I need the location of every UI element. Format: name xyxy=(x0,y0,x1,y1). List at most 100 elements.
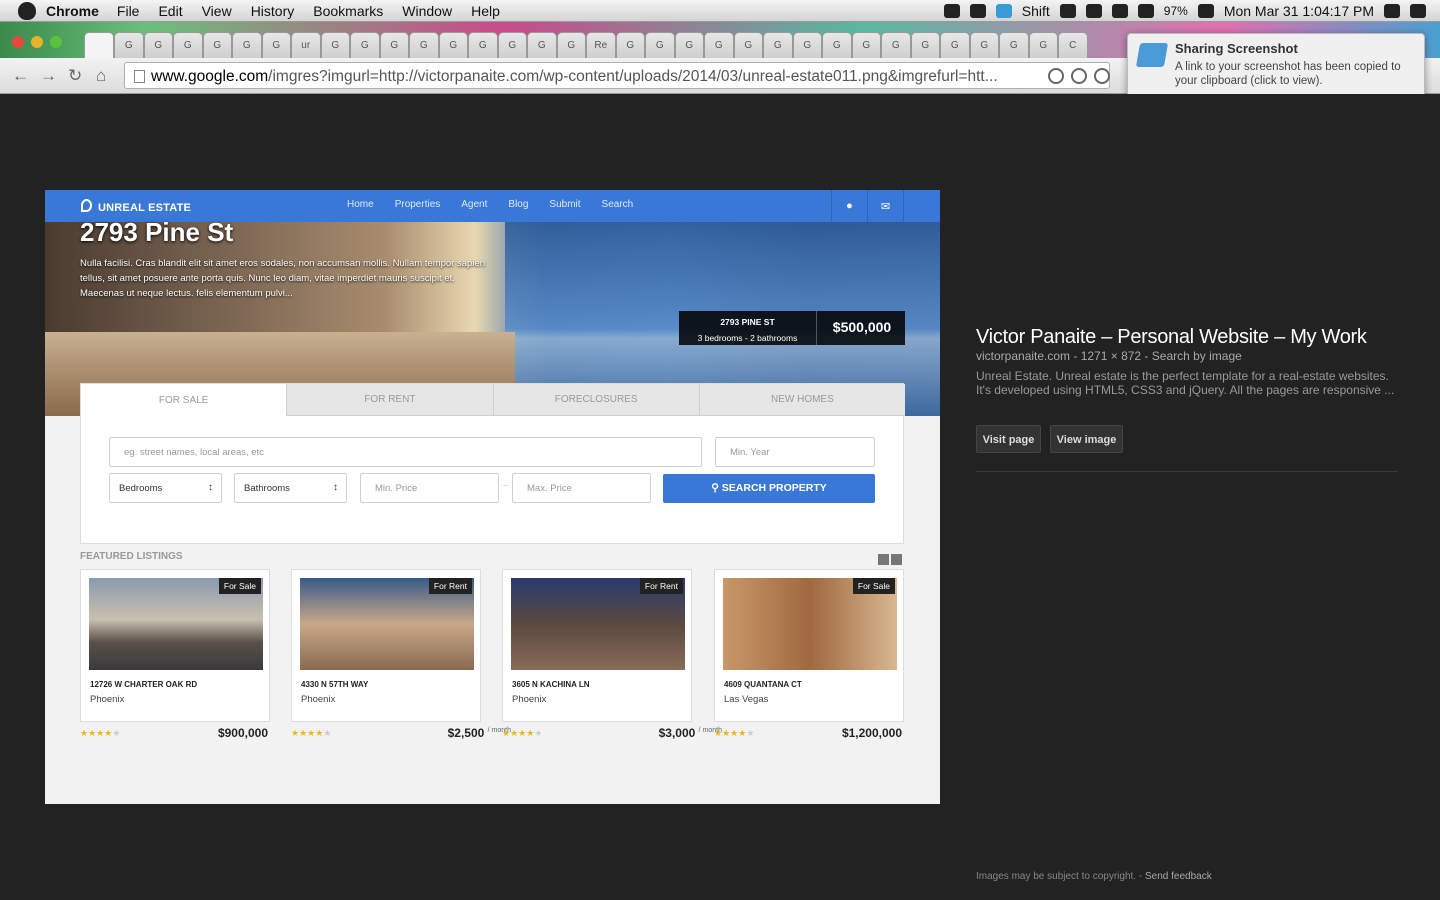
tab-for-rent: FOR RENT xyxy=(286,384,493,416)
close-window-button[interactable] xyxy=(12,36,24,48)
preview-image[interactable]: UNREAL ESTATE Home Properties Agent Blog… xyxy=(45,190,940,804)
back-icon[interactable]: ← xyxy=(12,66,29,86)
browser-tab[interactable]: G xyxy=(704,32,734,58)
notification-center-icon[interactable] xyxy=(1410,4,1426,18)
tab-active[interactable] xyxy=(84,32,114,58)
search-by-image-icon[interactable] xyxy=(1048,68,1064,84)
browser-tab[interactable]: G xyxy=(409,32,439,58)
browser-tab[interactable]: G xyxy=(792,32,822,58)
hero-address-block: 2793 PINE ST 3 bedrooms - 2 bathrooms xyxy=(679,311,817,345)
listing-price-block: $1,200,000 xyxy=(714,726,902,740)
browser-tab[interactable]: G xyxy=(881,32,911,58)
hero-address: 2793 PINE ST xyxy=(720,317,775,327)
sync-icon[interactable] xyxy=(1059,4,1076,18)
browser-tab[interactable]: G xyxy=(940,32,970,58)
site-logo: UNREAL ESTATE xyxy=(81,199,191,214)
browser-tab[interactable]: G xyxy=(527,32,557,58)
status-area: Shift 97% Mon Mar 31 1:04:17 PM xyxy=(943,0,1426,22)
nav-blog: Blog xyxy=(508,199,529,210)
browser-tab[interactable]: G xyxy=(910,32,940,58)
listing-address: 12726 W CHARTER OAK RD xyxy=(90,680,198,689)
search-tabs: FOR SALE FOR RENT FORECLOSURES NEW HOMES xyxy=(81,384,905,416)
browser-tab[interactable]: G xyxy=(261,32,291,58)
browser-tab[interactable]: G xyxy=(851,32,881,58)
site-nav: Home Properties Agent Blog Submit Search xyxy=(347,199,633,210)
browser-tab[interactable]: G xyxy=(143,32,173,58)
volume-icon[interactable] xyxy=(1137,4,1154,18)
minimize-window-button[interactable] xyxy=(31,36,43,48)
tab-new-homes: NEW HOMES xyxy=(698,384,905,416)
browser-tab[interactable]: G xyxy=(1028,32,1058,58)
send-feedback-link[interactable]: Send feedback xyxy=(1145,871,1212,882)
browser-tab[interactable]: G xyxy=(645,32,675,58)
menu-bookmarks[interactable]: Bookmarks xyxy=(313,3,383,19)
browser-tab[interactable]: G xyxy=(232,32,262,58)
menu-file[interactable]: File xyxy=(117,3,140,19)
nav-agent: Agent xyxy=(461,199,488,210)
hero-description: Nulla facilisi. Cras blandit elit sit am… xyxy=(80,258,485,299)
dropbox-icon[interactable] xyxy=(995,4,1012,18)
divider xyxy=(976,471,1398,472)
reload-icon[interactable]: ↻ xyxy=(68,66,82,86)
browser-tab[interactable]: C xyxy=(1058,32,1088,58)
zoom-icon[interactable] xyxy=(1094,68,1110,84)
app-menu[interactable]: Chrome xyxy=(46,3,99,19)
prev-arrow-icon xyxy=(878,554,889,565)
bathrooms-select: Bathrooms xyxy=(234,473,347,503)
browser-tab[interactable]: G xyxy=(556,32,586,58)
battery-icon[interactable] xyxy=(1197,4,1214,18)
browser-tab[interactable]: G xyxy=(173,32,203,58)
notification-message: A link to your screenshot has been copie… xyxy=(1175,61,1401,87)
battery-percent[interactable]: 97% xyxy=(1164,4,1188,18)
browser-tab[interactable]: G xyxy=(969,32,999,58)
menu-help[interactable]: Help xyxy=(471,3,500,19)
notification-icon[interactable] xyxy=(943,4,960,18)
price-dash: – xyxy=(503,480,509,491)
header-icons: ● ✉ xyxy=(831,190,939,222)
browser-tab[interactable]: G xyxy=(320,32,350,58)
browser-tab[interactable]: G xyxy=(733,32,763,58)
home-icon[interactable]: ⌂ xyxy=(96,66,106,86)
image-title[interactable]: Victor Panaite – Personal Website – My W… xyxy=(976,326,1367,349)
browser-tab[interactable]: G xyxy=(822,32,852,58)
browser-tab[interactable]: G xyxy=(468,32,498,58)
browser-tab[interactable]: G xyxy=(202,32,232,58)
spotlight-icon[interactable] xyxy=(1384,4,1400,18)
browser-tab[interactable]: G xyxy=(114,32,144,58)
browser-tab[interactable]: G xyxy=(497,32,527,58)
zoom-window-button[interactable] xyxy=(50,36,62,48)
visit-page-button[interactable]: Visit page xyxy=(976,425,1041,453)
browser-tab[interactable]: ur xyxy=(291,32,321,58)
browser-tab[interactable]: G xyxy=(438,32,468,58)
listing-address: 4330 N 57TH WAY xyxy=(301,680,369,689)
dropbox-notification[interactable]: Sharing Screenshot A link to your screen… xyxy=(1127,33,1425,97)
listing-price-block: $3,000 / month xyxy=(502,726,722,740)
address-bar[interactable]: www.google.com/imgres?imgurl=http://vict… xyxy=(124,62,1110,89)
view-image-button[interactable]: View image xyxy=(1050,425,1123,453)
browser-tab[interactable]: G xyxy=(350,32,380,58)
browser-tab[interactable]: G xyxy=(379,32,409,58)
listing-badge: For Rent xyxy=(639,578,683,594)
apple-icon[interactable] xyxy=(18,1,36,20)
user-name[interactable]: Shift xyxy=(1022,3,1050,19)
browser-tab[interactable]: G xyxy=(615,32,645,58)
wifi-icon[interactable] xyxy=(1111,4,1128,18)
browser-tab[interactable]: Re xyxy=(586,32,616,58)
menu-edit[interactable]: Edit xyxy=(158,3,182,19)
listing-price: $2,500 xyxy=(447,726,485,740)
browser-tab[interactable]: G xyxy=(999,32,1029,58)
clock[interactable]: Mon Mar 31 1:04:17 PM xyxy=(1224,3,1374,19)
lightbulb-icon[interactable] xyxy=(1071,68,1087,84)
forward-icon[interactable]: → xyxy=(40,66,57,86)
browser-tab[interactable]: G xyxy=(674,32,704,58)
menu-view[interactable]: View xyxy=(202,3,232,19)
location-input: eg. street names, local areas, etc xyxy=(109,437,702,467)
incognito-icon[interactable] xyxy=(969,4,986,18)
search-button-label: SEARCH PROPERTY xyxy=(721,482,827,494)
time-machine-icon[interactable] xyxy=(1085,4,1102,18)
menu-history[interactable]: History xyxy=(251,3,295,19)
browser-tab[interactable]: G xyxy=(763,32,793,58)
min-price-input: Min. Price xyxy=(360,473,499,503)
menu-window[interactable]: Window xyxy=(402,3,452,19)
notification-title: Sharing Screenshot xyxy=(1175,41,1298,56)
